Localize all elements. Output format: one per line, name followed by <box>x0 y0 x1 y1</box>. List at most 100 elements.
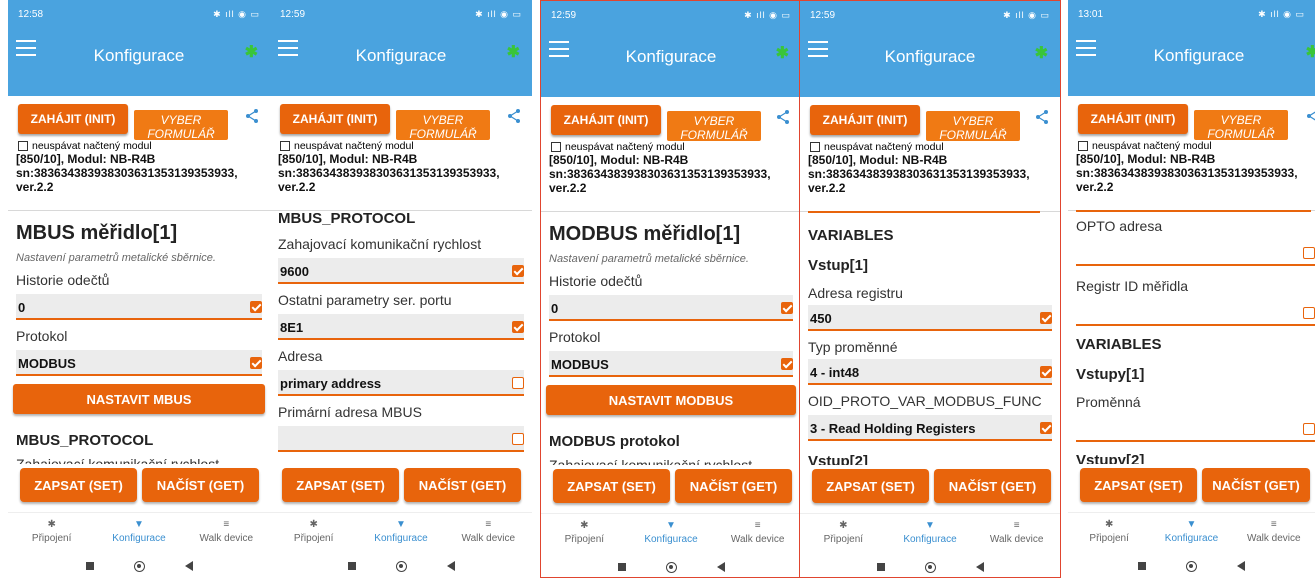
set-mbus-button[interactable]: NASTAVIT MBUS <box>13 384 265 414</box>
no-sleep-checkbox[interactable]: neuspávat načtený modul <box>18 140 152 152</box>
history-field[interactable]: 0 <box>16 294 262 320</box>
recent-apps-icon[interactable] <box>617 563 626 571</box>
back-icon[interactable] <box>1237 561 1245 571</box>
field-checkbox[interactable] <box>250 301 262 313</box>
home-icon[interactable] <box>924 561 936 573</box>
share-icon[interactable] <box>244 108 260 124</box>
variable-field[interactable] <box>1076 416 1315 442</box>
init-button[interactable]: ZAHÁJIT (INIT) <box>280 104 390 134</box>
init-button[interactable]: ZAHÁJIT (INIT) <box>1078 104 1188 134</box>
home-icon[interactable] <box>1186 560 1197 572</box>
nav-walk[interactable]: ≡ Walk device <box>973 514 1060 553</box>
recent-apps-icon[interactable] <box>876 563 885 571</box>
address-field[interactable]: primary address <box>278 370 524 396</box>
nav-connect[interactable]: ✱ Připojení <box>8 513 95 552</box>
init-button[interactable]: ZAHÁJIT (INIT) <box>551 105 661 135</box>
inputs-heading: Vstupy[1] <box>1076 366 1145 383</box>
get-button[interactable]: NAČÍST (GET) <box>404 468 521 502</box>
set-button[interactable]: ZAPSAT (SET) <box>553 469 670 503</box>
baud-rate-field[interactable]: 9600 <box>278 258 524 284</box>
field-checkbox[interactable] <box>512 377 524 389</box>
field-checkbox[interactable] <box>1040 312 1052 324</box>
section-hint: Nastavení parametrů metalické sběrnice. <box>16 252 216 264</box>
history-field[interactable]: 0 <box>549 295 793 321</box>
scroll-area[interactable]: MBUS měřidlo[1] Nastavení parametrů meta… <box>8 210 270 464</box>
nav-connect[interactable]: ✱ Připojení <box>541 514 628 553</box>
init-button[interactable]: ZAHÁJIT (INIT) <box>810 105 920 135</box>
opto-address-field[interactable] <box>1076 240 1315 266</box>
field-checkbox[interactable] <box>1303 247 1315 259</box>
set-button[interactable]: ZAPSAT (SET) <box>812 469 929 503</box>
field-checkbox[interactable] <box>1040 366 1052 378</box>
scroll-area[interactable]: OPTO adresa Registr ID měřidla VARIABLES… <box>1068 210 1315 464</box>
home-icon[interactable] <box>395 560 407 572</box>
nav-config[interactable]: ▼ Konfigurace <box>1150 513 1232 552</box>
set-button[interactable]: ZAPSAT (SET) <box>20 468 137 502</box>
recent-apps-icon[interactable] <box>347 562 356 570</box>
get-button[interactable]: NAČÍST (GET) <box>675 469 792 503</box>
back-icon[interactable] <box>716 562 725 572</box>
no-sleep-checkbox[interactable]: neuspávat načtený modul <box>810 141 944 153</box>
scroll-area[interactable]: VARIABLES Vstup[1] Adresa registru 450 T… <box>800 211 1060 465</box>
scroll-area[interactable]: MODBUS měřidlo[1] Nastavení parametrů me… <box>541 211 801 465</box>
nav-walk[interactable]: ≡ Walk device <box>1233 513 1315 552</box>
no-sleep-checkbox[interactable]: neuspávat načtený modul <box>551 141 685 153</box>
home-icon[interactable] <box>665 561 677 573</box>
select-form-button[interactable]: VYBER FORMULÁŘ <box>396 110 490 140</box>
field-checkbox[interactable] <box>781 358 793 370</box>
nav-walk[interactable]: ≡ Walk device <box>714 514 801 553</box>
protocol-field[interactable]: MODBUS <box>549 351 793 377</box>
select-form-button[interactable]: VYBER FORMULÁŘ <box>926 111 1020 141</box>
share-icon[interactable] <box>1034 109 1050 125</box>
init-button[interactable]: ZAHÁJIT (INIT) <box>18 104 128 134</box>
nav-connect[interactable]: ✱ Připojení <box>1068 513 1150 552</box>
nav-config[interactable]: ▼ Konfigurace <box>887 514 974 553</box>
modbus-func-field[interactable]: 3 - Read Holding Registers <box>808 415 1052 441</box>
field-checkbox[interactable] <box>1303 307 1315 319</box>
nav-config[interactable]: ▼ Konfigurace <box>95 513 182 552</box>
no-sleep-checkbox[interactable]: neuspávat načtený modul <box>1078 140 1212 152</box>
primary-address-field[interactable] <box>278 426 524 452</box>
nav-walk[interactable]: ≡ Walk device <box>445 513 532 552</box>
register-address-field[interactable]: 450 <box>808 305 1052 331</box>
recent-apps-icon[interactable] <box>1138 562 1146 570</box>
nav-config[interactable]: ▼ Konfigurace <box>357 513 444 552</box>
field-checkbox[interactable] <box>512 433 524 445</box>
get-button[interactable]: NAČÍST (GET) <box>1202 468 1310 502</box>
meter-id-register-field[interactable] <box>1076 300 1315 326</box>
module-info: [850/10], Modul: NB-R4B sn:38363438393830… <box>549 153 771 195</box>
protocol-field[interactable]: MODBUS <box>16 350 262 376</box>
field-checkbox[interactable] <box>1303 423 1315 435</box>
share-icon[interactable] <box>1305 108 1315 124</box>
scroll-area[interactable]: MBUS_PROTOCOL Zahajovací komunikační ryc… <box>270 210 532 464</box>
nav-walk[interactable]: ≡ Walk device <box>183 513 270 552</box>
nav-config[interactable]: ▼ Konfigurace <box>628 514 715 553</box>
select-form-button[interactable]: VYBER FORMULÁŘ <box>134 110 228 140</box>
serial-params-field[interactable]: 8E1 <box>278 314 524 340</box>
field-checkbox[interactable] <box>250 357 262 369</box>
get-button[interactable]: NAČÍST (GET) <box>934 469 1051 503</box>
nav-connect[interactable]: ✱ Připojení <box>800 514 887 553</box>
set-button[interactable]: ZAPSAT (SET) <box>282 468 399 502</box>
select-form-button[interactable]: VYBER FORMULÁŘ <box>1194 110 1288 140</box>
share-icon[interactable] <box>506 108 522 124</box>
set-modbus-button[interactable]: NASTAVIT MODBUS <box>546 385 796 415</box>
field-checkbox[interactable] <box>512 265 524 277</box>
back-icon[interactable] <box>446 561 455 571</box>
home-icon[interactable] <box>133 560 145 572</box>
content: ZAHÁJIT (INIT) VYBER FORMULÁŘ neuspávat … <box>541 97 801 505</box>
back-icon[interactable] <box>975 562 984 572</box>
set-button[interactable]: ZAPSAT (SET) <box>1080 468 1197 502</box>
recent-apps-icon[interactable] <box>85 562 94 570</box>
phone-screen-5: 13:01 ✱ ıll ◉ ▭ Konfigurace ✱ ZAHÁJIT (I… <box>1068 0 1315 578</box>
select-form-button[interactable]: VYBER FORMULÁŘ <box>667 111 761 141</box>
nav-connect[interactable]: ✱ Připojení <box>270 513 357 552</box>
field-checkbox[interactable] <box>512 321 524 333</box>
no-sleep-checkbox[interactable]: neuspávat načtený modul <box>280 140 414 152</box>
share-icon[interactable] <box>775 109 791 125</box>
back-icon[interactable] <box>184 561 193 571</box>
get-button[interactable]: NAČÍST (GET) <box>142 468 259 502</box>
field-checkbox[interactable] <box>1040 422 1052 434</box>
field-checkbox[interactable] <box>781 302 793 314</box>
variable-type-field[interactable]: 4 - int48 <box>808 359 1052 385</box>
